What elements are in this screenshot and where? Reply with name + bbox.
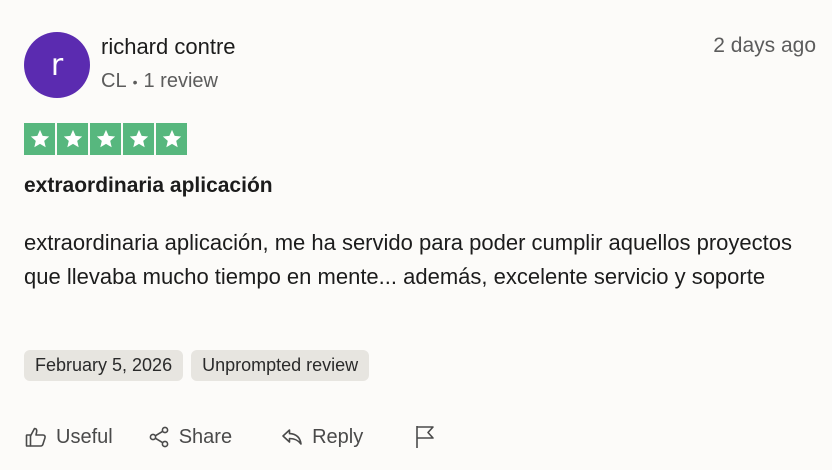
review-type-tag: Unprompted review [191, 350, 370, 381]
share-button[interactable]: Share [147, 425, 232, 449]
reply-button[interactable]: Reply [280, 425, 363, 449]
reviewer-meta: CL • 1 review [101, 70, 218, 93]
reply-icon [280, 425, 304, 449]
star-icon [156, 123, 187, 155]
reviewer-review-count: 1 review [143, 70, 218, 92]
avatar[interactable]: r [24, 32, 90, 98]
avatar-letter: r [50, 47, 64, 83]
reviewer-name[interactable]: richard contre [101, 34, 236, 60]
review-actions: Useful Share Reply [24, 424, 437, 450]
share-icon [147, 425, 171, 449]
review-title: extraordinaria aplicación [24, 174, 273, 197]
flag-icon [413, 424, 437, 450]
useful-button[interactable]: Useful [24, 425, 113, 449]
star-icon [90, 123, 121, 155]
star-icon [123, 123, 154, 155]
review-body: extraordinaria aplicación, me ha servido… [24, 230, 792, 289]
separator-dot: • [132, 73, 138, 90]
review-date-tag: February 5, 2026 [24, 350, 184, 381]
reviewer-country: CL [101, 70, 127, 92]
review-tags: February 5, 2026 Unprompted review [24, 350, 370, 381]
star-icon [24, 123, 55, 155]
star-rating [24, 123, 187, 155]
share-label: Share [178, 425, 233, 448]
star-icon [57, 123, 88, 155]
thumbs-up-icon [24, 425, 48, 449]
review-time-ago: 2 days ago [713, 34, 816, 57]
useful-label: Useful [56, 425, 113, 448]
report-button[interactable] [413, 424, 437, 450]
reply-label: Reply [312, 425, 364, 448]
